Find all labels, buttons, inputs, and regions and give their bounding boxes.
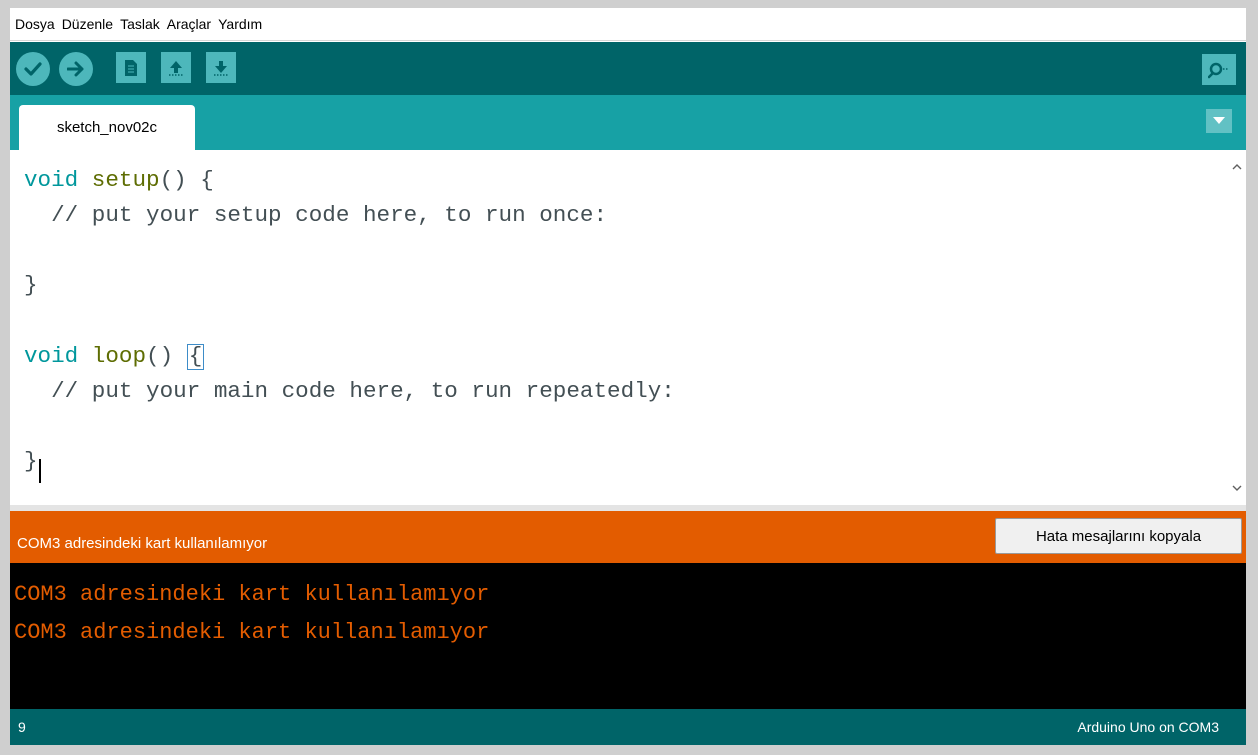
toolbar xyxy=(10,42,1246,95)
footer-status-bar: 9 Arduino Uno on COM3 xyxy=(10,709,1246,745)
verify-button[interactable] xyxy=(16,52,50,86)
save-button[interactable] xyxy=(206,52,236,83)
menu-yardim[interactable]: Yardım xyxy=(215,16,266,32)
console-output[interactable]: COM3 adresindeki kart kullanılamıyor COM… xyxy=(10,563,1246,709)
function-setup: setup xyxy=(91,167,160,193)
upload-button[interactable] xyxy=(59,52,93,86)
arduino-ide-window: Dosya Düzenle Taslak Araçlar Yardım sket… xyxy=(10,8,1246,745)
scroll-down-icon[interactable] xyxy=(1229,480,1245,496)
code-comment: // put your setup code here, to run once… xyxy=(24,202,608,228)
menu-araclar[interactable]: Araçlar xyxy=(164,16,215,32)
tab-bar: sketch_nov02c xyxy=(10,95,1246,150)
code-line: void loop() { xyxy=(24,343,205,370)
keyword-void: void xyxy=(24,343,79,369)
error-status-bar: COM3 adresindeki kart kullanılamıyor Hat… xyxy=(10,511,1246,563)
save-icon xyxy=(214,60,228,76)
code-text: () { xyxy=(159,167,214,193)
matched-brace: { xyxy=(186,343,205,370)
code-close-brace: } xyxy=(24,448,38,474)
copy-error-messages-button[interactable]: Hata mesajlarını kopyala xyxy=(995,518,1242,554)
code-text: () xyxy=(146,343,187,369)
dropdown-arrow-icon xyxy=(1213,117,1225,124)
serial-monitor-icon xyxy=(1208,62,1229,78)
upload-icon xyxy=(67,61,84,77)
open-button[interactable] xyxy=(161,52,191,83)
menu-bar: Dosya Düzenle Taslak Araçlar Yardım xyxy=(10,8,1246,41)
code-comment: // put your main code here, to run repea… xyxy=(24,378,675,404)
serial-monitor-button[interactable] xyxy=(1202,54,1236,85)
board-info: Arduino Uno on COM3 xyxy=(1077,719,1219,735)
verify-icon xyxy=(24,62,42,76)
status-message: COM3 adresindeki kart kullanılamıyor xyxy=(17,535,268,552)
scroll-up-icon[interactable] xyxy=(1229,158,1245,174)
line-number: 9 xyxy=(18,719,26,735)
code-line: void setup() { xyxy=(24,167,214,193)
menu-duzenle[interactable]: Düzenle xyxy=(59,16,117,32)
tab-sketch[interactable]: sketch_nov02c xyxy=(19,105,195,150)
new-button[interactable] xyxy=(116,52,146,83)
tab-menu-button[interactable] xyxy=(1206,109,1232,133)
code-editor[interactable]: void setup() { // put your setup code he… xyxy=(10,150,1246,505)
code-close-brace: } xyxy=(24,272,38,298)
menu-dosya[interactable]: Dosya xyxy=(12,16,59,32)
text-caret xyxy=(39,459,41,483)
console-line: COM3 adresindeki kart kullanılamıyor xyxy=(14,620,490,645)
new-icon xyxy=(125,59,137,76)
function-loop: loop xyxy=(91,343,147,369)
editor-scrollbar[interactable] xyxy=(1228,150,1246,505)
menu-taslak[interactable]: Taslak xyxy=(117,16,164,32)
console-line: COM3 adresindeki kart kullanılamıyor xyxy=(14,582,490,607)
open-icon xyxy=(169,60,183,76)
keyword-void: void xyxy=(24,167,79,193)
